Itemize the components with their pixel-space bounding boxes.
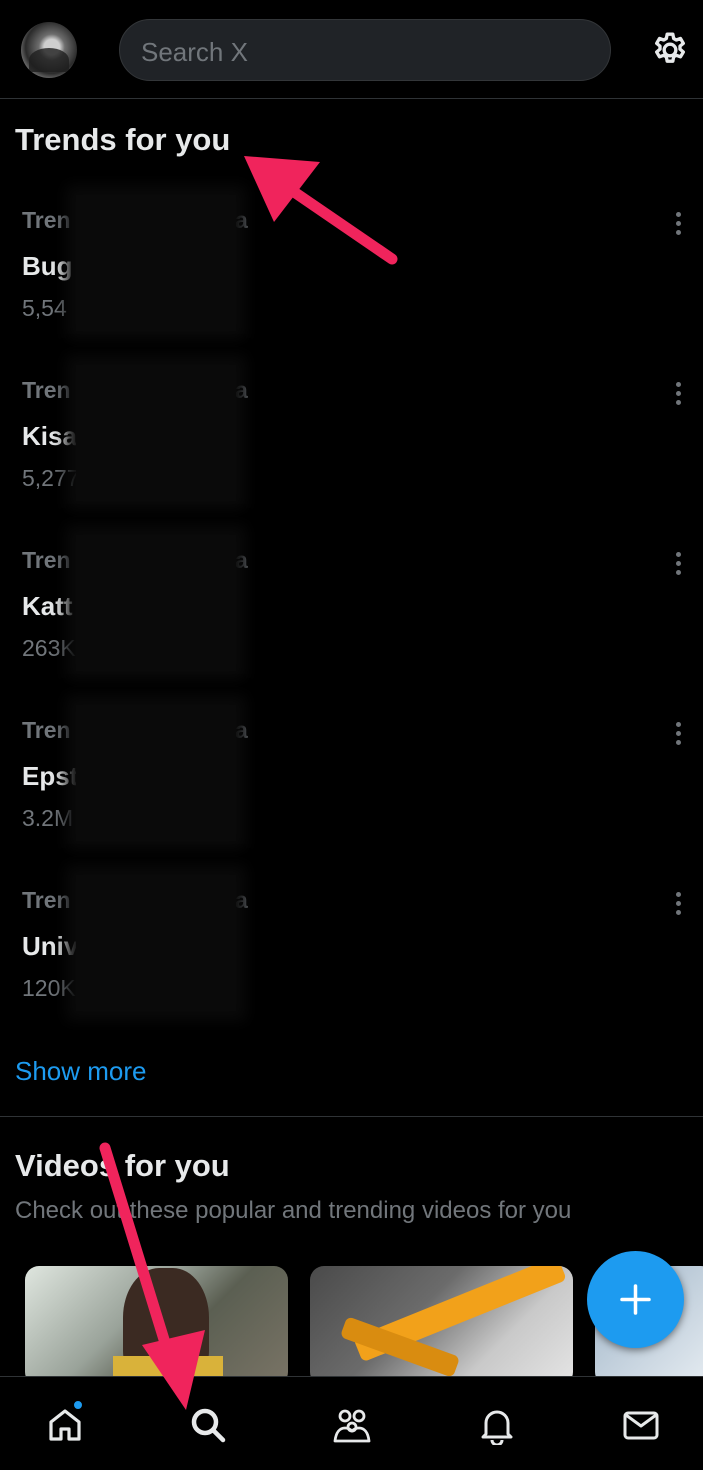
trend-post-count: 263K [22, 635, 76, 661]
more-options-icon[interactable] [666, 549, 690, 579]
trends-title: Trends for you [15, 122, 231, 157]
trend-item[interactable]: Tren a Katt 263K [0, 535, 703, 717]
videos-title: Videos for you [15, 1148, 230, 1183]
trend-name: Katt [22, 591, 73, 621]
search-placeholder: Search X [141, 37, 248, 67]
trend-name: Kisa [22, 421, 77, 451]
compose-button[interactable] [587, 1251, 684, 1348]
trend-category-end: a [235, 207, 248, 233]
trend-category: Tren [22, 887, 71, 913]
trend-category-end: a [235, 547, 248, 573]
trend-name: Bug [22, 251, 73, 281]
video-thumbnail[interactable] [25, 1266, 288, 1386]
trend-category-end: a [235, 887, 248, 913]
trend-post-count: 120K [22, 975, 76, 1001]
search-input[interactable]: Search X [119, 19, 611, 81]
redaction-blur [76, 705, 236, 841]
trend-category: Tren [22, 377, 71, 403]
trend-category-end: a [235, 717, 248, 743]
notifications-icon[interactable] [477, 1405, 517, 1445]
home-notification-dot [72, 1399, 84, 1411]
trend-post-count: 5,277 [22, 465, 80, 491]
redaction-blur [76, 195, 236, 331]
search-icon[interactable] [188, 1405, 228, 1445]
plus-icon [620, 1284, 651, 1315]
home-icon[interactable] [45, 1405, 85, 1445]
redaction-blur [76, 875, 236, 1011]
redaction-blur [76, 365, 236, 501]
trend-category-end: a [235, 377, 248, 403]
trend-category: Tren [22, 547, 71, 573]
trend-name: Univ [22, 931, 79, 961]
trend-item[interactable]: Tren a Epst 3.2M [0, 705, 703, 887]
trend-post-count: 3.2M [22, 805, 74, 831]
gear-icon[interactable] [650, 30, 690, 70]
trend-item[interactable]: Tren a Bug 5,54 [0, 195, 703, 377]
more-options-icon[interactable] [666, 379, 690, 409]
show-more-link[interactable]: Show more [15, 1056, 147, 1087]
videos-subtitle: Check out these popular and trending vid… [15, 1197, 572, 1224]
trend-category: Tren [22, 717, 71, 743]
more-options-icon[interactable] [666, 209, 690, 239]
bottom-navigation [0, 1376, 703, 1470]
trend-post-count: 5,54 [22, 295, 67, 321]
more-options-icon[interactable] [666, 719, 690, 749]
user-avatar[interactable] [21, 22, 77, 78]
section-divider [0, 1116, 703, 1117]
trend-item[interactable]: Tren a Kisa 5,277 [0, 365, 703, 547]
communities-icon[interactable] [332, 1405, 372, 1445]
trend-item[interactable]: Tren a Univ 120K [0, 875, 703, 1057]
redaction-blur [76, 535, 236, 671]
trend-name: Epst [22, 761, 79, 791]
more-options-icon[interactable] [666, 889, 690, 919]
top-bar: Search X [0, 0, 703, 99]
video-thumbnail[interactable] [310, 1266, 573, 1386]
trend-category: Tren [22, 207, 71, 233]
messages-icon[interactable] [621, 1405, 661, 1445]
